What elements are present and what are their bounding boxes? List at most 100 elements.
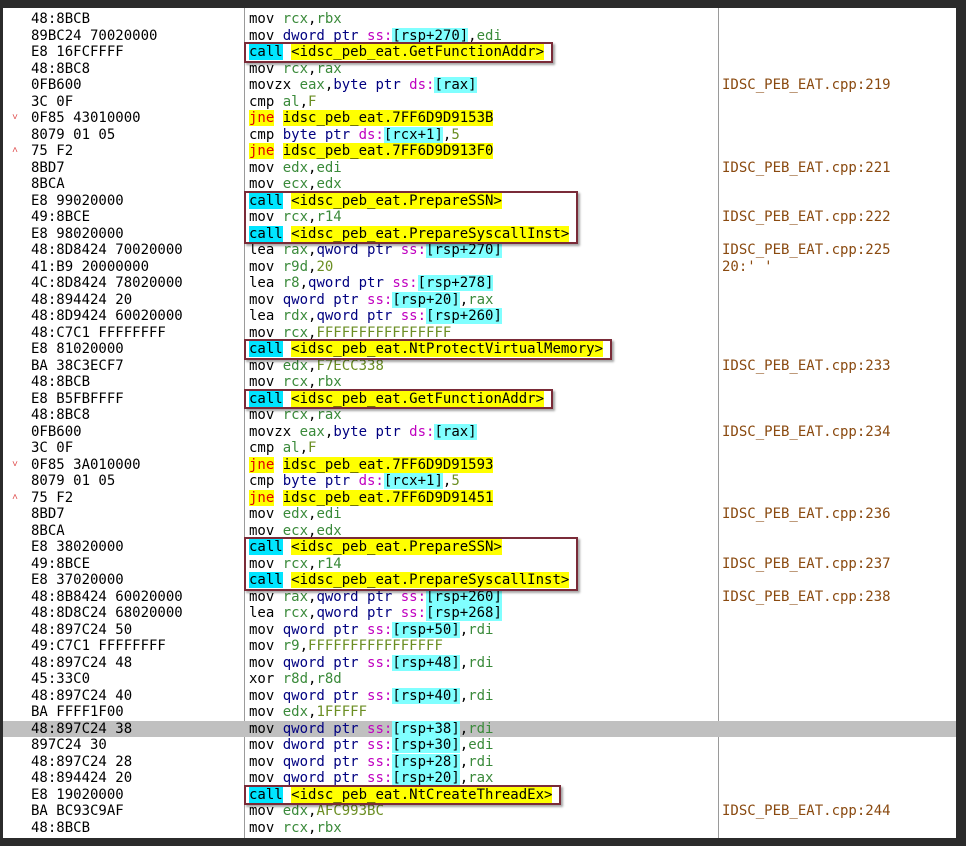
instruction-row[interactable]: BA 38C3ECF7 mov edx,F7ECC338 IDSC_PEB_EAT.…	[3, 358, 956, 375]
instruction-row[interactable]: 3C 0F cmp al,F	[3, 94, 956, 111]
instruction-bytes: 48:894424 20	[31, 291, 133, 308]
instruction-row[interactable]: 48:897C24 28 mov qword ptr ss:[rsp+28],rd…	[3, 753, 956, 771]
instruction-row[interactable]: 48:8BCB mov rcx,rbx	[3, 820, 956, 837]
disassembly-view[interactable]: 48:8BCB mov rcx,rbx 89BC24 70020000 mov dwo…	[3, 8, 956, 838]
instruction-row[interactable]: 48:8BC8 mov rcx,rax	[3, 61, 956, 78]
mnemonic: movzx	[249, 77, 300, 93]
instruction-row[interactable]: ˄ 75 F2 jne idsc_peb_eat.7FF6D9D913F0	[3, 143, 956, 160]
instruction-text: movzx eax,byte ptr ds:[rax]	[249, 423, 477, 441]
instruction-row[interactable]: 49:8BCE mov rcx,r14 IDSC_PEB_EAT.cpp:222	[3, 209, 956, 226]
instruction-row[interactable]: E8 98020000 call <idsc_peb_eat.PrepareSys…	[3, 225, 956, 243]
instruction-text: mov qword ptr ss:[rsp+28],rdi	[249, 753, 493, 771]
mnemonic: mov	[249, 11, 283, 27]
instruction-text: mov rcx,rax	[249, 407, 342, 424]
instruction-bytes: 48:897C24 48	[31, 654, 133, 671]
instruction-row[interactable]: 49:C7C1 FFFFFFFF mov r9,FFFFFFFFFFFFFFFF	[3, 638, 956, 655]
instruction-text: cmp al,F	[249, 94, 316, 111]
instruction-row[interactable]: 8079 01 05 cmp byte ptr ds:[rcx+1],5	[3, 126, 956, 144]
instruction-row[interactable]: 89BC24 70020000 mov dword ptr ss:[rsp+270…	[3, 27, 956, 45]
instruction-row[interactable]: 48:8B8424 60020000 mov rax,qword ptr ss:[…	[3, 588, 956, 606]
mnemonic: mov	[249, 555, 283, 572]
instruction-row[interactable]: 48:897C24 40 mov qword ptr ss:[rsp+40],rd…	[3, 687, 956, 705]
instruction-row[interactable]: E8 38020000 call <idsc_peb_eat.PrepareSSN…	[3, 539, 956, 556]
instruction-text: cmp al,F	[249, 440, 316, 457]
mnemonic: mov	[249, 687, 283, 704]
instruction-bytes: 4C:8D8424 78020000	[31, 275, 183, 291]
size-spec: qword ptr	[282, 654, 368, 671]
instruction-row[interactable]: 48:894424 20 mov qword ptr ss:[rsp+20],ra…	[3, 291, 956, 309]
register: r9	[282, 638, 300, 654]
instruction-row[interactable]: 48:8D8C24 68020000 lea rcx,qword ptr ss:[…	[3, 605, 956, 622]
instruction-row[interactable]: E8 16FCFFFF call <idsc_peb_eat.GetFunctio…	[3, 44, 956, 61]
instruction-row[interactable]: 48:8BCB mov rcx,rbx	[3, 374, 956, 391]
instruction-text: call <idsc_peb_eat.PrepareSSN>	[249, 192, 502, 210]
instruction-row[interactable]: 48:8BC8 mov rcx,rax	[3, 407, 956, 424]
register: rcx	[282, 407, 309, 423]
instruction-row[interactable]: 8079 01 05 cmp byte ptr ds:[rcx+1],5	[3, 473, 956, 490]
instruction-row[interactable]: E8 B5FBFFFF call <idsc_peb_eat.GetFunctio…	[3, 390, 956, 408]
instruction-row[interactable]: 49:8BCE mov rcx,r14 IDSC_PEB_EAT.cpp:237	[3, 556, 956, 573]
mnemonic: xor	[249, 671, 283, 687]
mnemonic: cmp	[249, 126, 283, 143]
instruction-row[interactable]: ˅ 0F85 43010000 jne idsc_peb_eat.7FF6D9D91…	[3, 110, 956, 127]
punctuation	[274, 110, 282, 126]
mnemonic: lea	[249, 605, 283, 621]
instruction-row[interactable]: ˄ 75 F2 jne idsc_peb_eat.7FF6D9D91451	[3, 489, 956, 507]
instruction-bytes: BA BC93C9AF	[31, 803, 124, 819]
instruction-row[interactable]: 48:8D9424 60020000 lea rdx,qword ptr ss:[…	[3, 308, 956, 325]
instruction-row[interactable]: BA BC93C9AF mov edx,AFC993BC IDSC_PEB_EAT.…	[3, 803, 956, 820]
segment: ss:	[367, 720, 393, 737]
memory-operand: [rax]	[434, 423, 477, 440]
instruction-row[interactable]: 48:897C24 50 mov qword ptr ss:[rsp+50],rd…	[3, 621, 956, 639]
instruction-text: mov rcx,rbx	[249, 820, 342, 837]
instruction-row[interactable]: 8BCA mov ecx,edx	[3, 523, 956, 540]
instruction-row[interactable]: 8BD7 mov edx,edi IDSC_PEB_EAT.cpp:221	[3, 160, 956, 177]
instruction-text: mov dword ptr ss:[rsp+270],edi	[249, 27, 502, 45]
instruction-row[interactable]: 48:894424 20 mov qword ptr ss:[rsp+20],ra…	[3, 770, 956, 787]
punctuation: ,	[459, 621, 469, 638]
size-spec: qword ptr	[282, 753, 368, 770]
instruction-row[interactable]: 41:B9 20000000 mov r9d,20 20:' '	[3, 259, 956, 276]
instruction-row[interactable]: E8 81020000 call <idsc_peb_eat.NtProtectV…	[3, 341, 956, 358]
register: edx	[282, 159, 309, 176]
instruction-row[interactable]: 3C 0F cmp al,F	[3, 440, 956, 457]
call-mnemonic: call	[249, 225, 283, 242]
instruction-row-selected[interactable]: 48:897C24 38 mov qword ptr ss:[rsp+38],rd…	[3, 720, 956, 737]
size-spec: byte ptr	[333, 77, 410, 93]
size-spec: qword ptr	[282, 621, 368, 638]
instruction-bytes: E8 B5FBFFFF	[31, 390, 124, 407]
instruction-bytes: 8BD7	[31, 159, 65, 176]
register: edi	[468, 737, 494, 753]
mnemonic: mov	[249, 654, 283, 671]
instruction-row[interactable]: 8BCA mov ecx,edx	[3, 176, 956, 193]
instruction-text: mov qword ptr ss:[rsp+20],rax	[249, 770, 493, 787]
instruction-row[interactable]: 0FB600 movzx eax,byte ptr ds:[rax] IDSC_PE…	[3, 423, 956, 441]
instruction-text: jne idsc_peb_eat.7FF6D9D91593	[249, 456, 494, 474]
instruction-row[interactable]: E8 99020000 call <idsc_peb_eat.PrepareSSN…	[3, 192, 956, 210]
jump-down-arrow-icon: ˅	[11, 458, 18, 470]
instruction-row[interactable]: ˅ 0F85 3A010000 jne idsc_peb_eat.7FF6D9D91…	[3, 456, 956, 474]
instruction-row[interactable]: BA FFFF1F00 mov edx,1FFFFF	[3, 704, 956, 721]
instruction-row[interactable]: 4C:8D8424 78020000 lea r8,qword ptr ss:[r…	[3, 275, 956, 292]
instruction-row[interactable]: 0FB600 movzx eax,byte ptr ds:[rax] IDSC_PE…	[3, 77, 956, 94]
source-comment: IDSC_PEB_EAT.cpp:219	[722, 77, 891, 93]
mnemonic: mov	[249, 737, 283, 753]
instruction-text: lea rax,qword ptr ss:[rsp+270]	[249, 242, 502, 259]
instruction-row[interactable]: 8BD7 mov edx,edi IDSC_PEB_EAT.cpp:236	[3, 506, 956, 523]
instruction-row[interactable]: 48:8D8424 70020000 lea rax,qword ptr ss:[…	[3, 242, 956, 259]
instruction-row[interactable]: E8 37020000 call <idsc_peb_eat.PrepareSys…	[3, 572, 956, 589]
register: r8d	[316, 671, 342, 687]
instruction-row[interactable]: 48:8BCB mov rcx,rbx	[3, 11, 956, 28]
instruction-row[interactable]: 48:897C24 48 mov qword ptr ss:[rsp+48],rd…	[3, 654, 956, 672]
call-target: <idsc_peb_eat.NtProtectVirtualMemory>	[291, 341, 604, 357]
instruction-text: call <idsc_peb_eat.NtProtectVirtualMemor…	[249, 341, 604, 358]
instruction-text: mov ecx,edx	[249, 523, 342, 540]
segment: ss:	[367, 654, 393, 671]
instruction-row[interactable]: 897C24 30 mov dword ptr ss:[rsp+30],edi	[3, 737, 956, 754]
instruction-row[interactable]: 45:33C0 xor r8d,r8d	[3, 671, 956, 688]
register: edx	[316, 522, 342, 539]
register: rax	[282, 242, 309, 258]
register: rdi	[468, 687, 494, 704]
instruction-row[interactable]: E8 19020000 call <idsc_peb_eat.NtCreateTh…	[3, 786, 956, 804]
instruction-row[interactable]: 48:C7C1 FFFFFFFF mov rcx,FFFFFFFFFFFFFFFF	[3, 325, 956, 342]
